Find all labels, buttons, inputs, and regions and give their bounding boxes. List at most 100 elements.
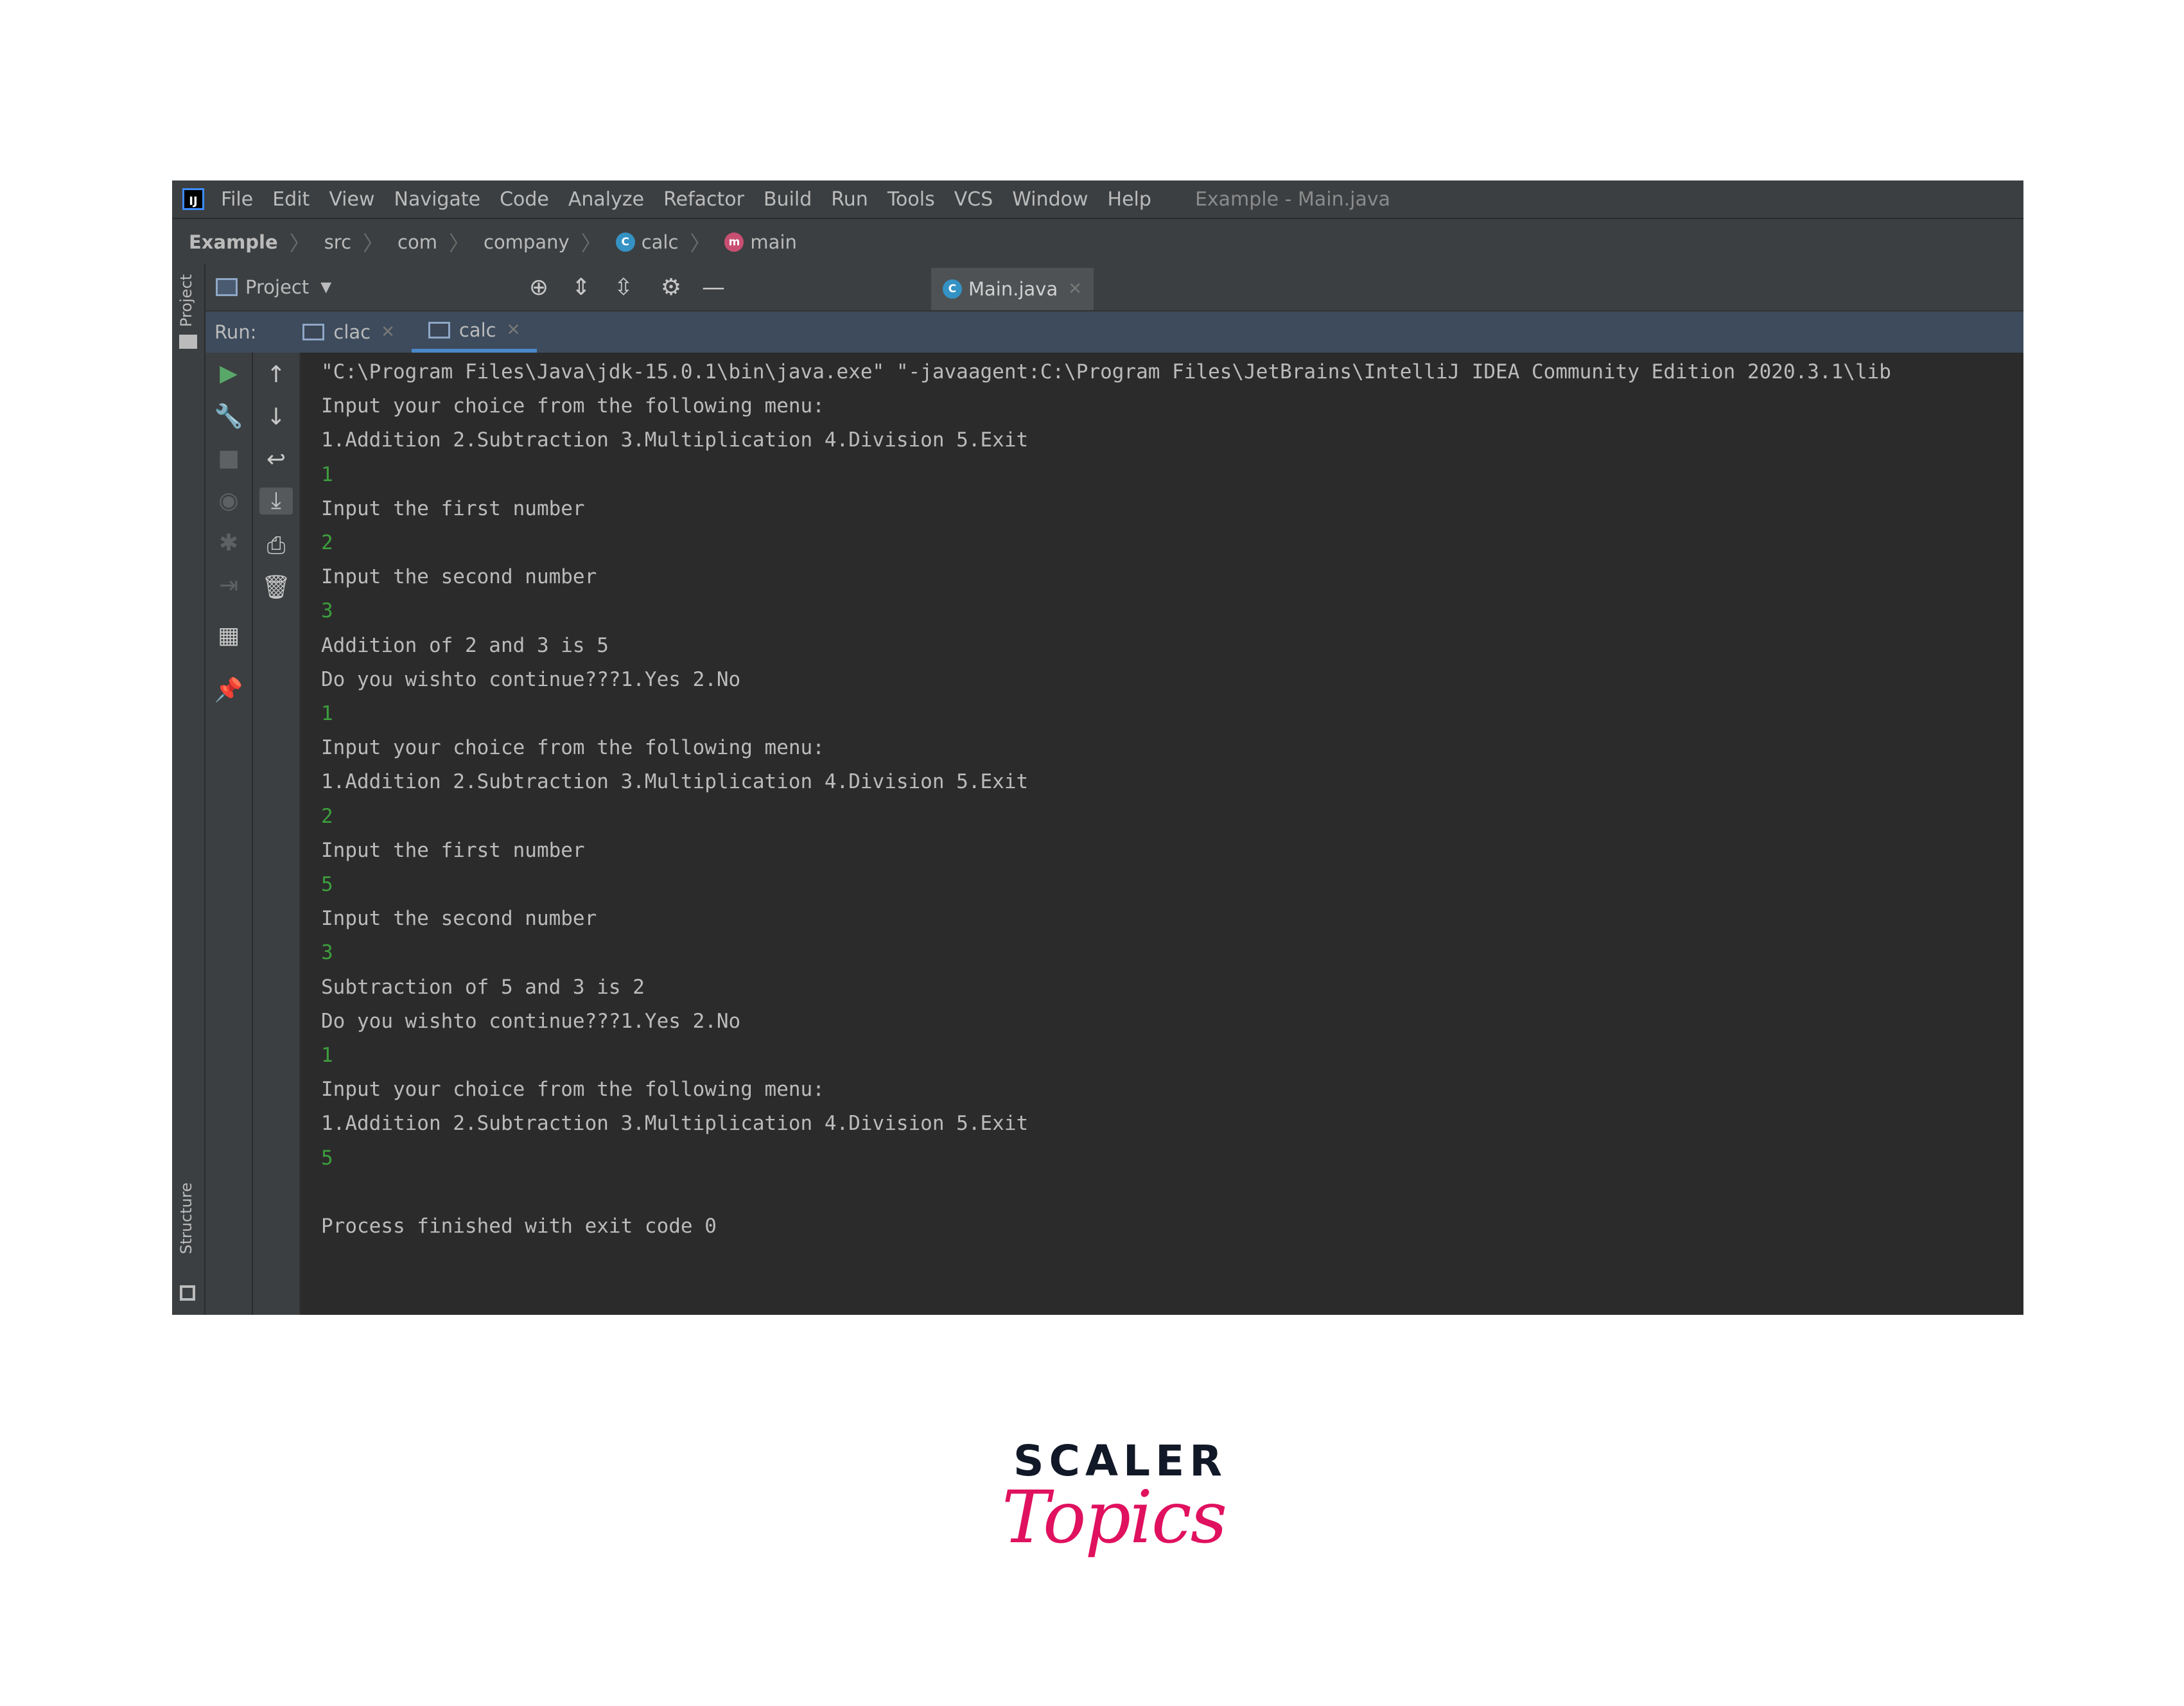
expand-all-icon[interactable]: ⇕ xyxy=(560,274,602,301)
menu-vcs[interactable]: VCS xyxy=(954,188,993,211)
breadcrumb-separator: 〉 xyxy=(363,231,384,256)
menu-navigate[interactable]: Navigate xyxy=(394,188,481,211)
structure-tool-tab[interactable]: Structure xyxy=(177,1183,195,1254)
gear-icon[interactable]: ⚙ xyxy=(650,274,692,301)
layout-icon[interactable]: ▦ xyxy=(205,622,252,649)
breadcrumb: Example 〉 src 〉 com 〉 company 〉 C calc 〉… xyxy=(172,218,2023,265)
soft-wrap-icon[interactable]: ↩ xyxy=(253,446,299,473)
menu-analyze[interactable]: Analyze xyxy=(568,188,644,211)
window-title: Example - Main.java xyxy=(1194,188,1390,211)
project-tool-tab[interactable]: Project xyxy=(177,274,195,327)
project-view-label: Project xyxy=(245,276,310,298)
breadcrumb-main[interactable]: m main xyxy=(724,231,797,253)
menu-help[interactable]: Help xyxy=(1108,188,1151,211)
locate-icon[interactable]: ⊕ xyxy=(518,274,560,301)
logo-line-2: Topics xyxy=(1002,1476,1227,1560)
console-output-line: 1.Addition 2.Subtraction 3.Multiplicatio… xyxy=(321,428,1029,452)
breadcrumb-com[interactable]: com xyxy=(397,231,437,253)
trash-icon[interactable]: 🗑 xyxy=(253,574,299,601)
menu-refactor[interactable]: Refactor xyxy=(663,188,744,211)
console-output-line: Do you wishto continue???1.Yes 2.No xyxy=(321,1009,741,1033)
menu-run[interactable]: Run xyxy=(831,188,868,211)
run-toolbar-secondary: ↑ ↓ ↩ ⤓ ⎙ 🗑 xyxy=(253,353,301,1315)
pin-icon[interactable]: 📌 xyxy=(205,676,252,703)
breadcrumb-company[interactable]: company xyxy=(484,231,570,253)
camera-icon: ◉ xyxy=(218,488,239,514)
scaler-topics-logo: SCALER Topics xyxy=(1002,1436,1227,1603)
arrow-up-icon[interactable]: ↑ xyxy=(253,362,299,388)
project-tool-tab-label: Project xyxy=(177,274,195,328)
console-output-line: Addition of 2 and 3 is 5 xyxy=(321,633,609,657)
console-icon xyxy=(302,324,325,340)
menu-bar: IJ File Edit View Navigate Code Analyze … xyxy=(172,180,2023,218)
ide-window: IJ File Edit View Navigate Code Analyze … xyxy=(172,180,2023,1315)
menu-file[interactable]: File xyxy=(221,188,253,211)
left-tool-stripe: Project Structure xyxy=(172,264,205,1315)
tool-window-header: Project ▼ ⊕ ⇕ ⇳ ⚙ — C Main.java ✕ xyxy=(205,264,2023,312)
editor-tab-label: Main.java xyxy=(968,278,1058,300)
console-output-line: Input the first number xyxy=(321,497,585,520)
menu-build[interactable]: Build xyxy=(764,188,812,211)
structure-icon xyxy=(180,1285,195,1301)
editor-tab-main-java[interactable]: C Main.java ✕ xyxy=(931,268,1094,310)
run-toolbar-primary: ▶ 🔧 ■ ◉ ✱ ⇥ ▦ 📌 xyxy=(205,353,253,1315)
close-icon[interactable]: ✕ xyxy=(381,322,395,342)
close-icon[interactable]: ✕ xyxy=(1068,279,1082,299)
close-icon[interactable]: ✕ xyxy=(507,321,521,340)
run-tab-clac-label: clac xyxy=(333,321,371,343)
console-input-line: 3 xyxy=(321,599,333,623)
hide-icon[interactable]: — xyxy=(692,274,735,301)
console-output-line: Subtraction of 5 and 3 is 2 xyxy=(321,975,645,999)
console-output-line: Do you wishto continue???1.Yes 2.No xyxy=(321,667,741,691)
breadcrumb-main-label: main xyxy=(750,231,797,253)
breadcrumb-calc[interactable]: C calc xyxy=(615,231,679,253)
console-output-line: 1.Addition 2.Subtraction 3.Multiplicatio… xyxy=(321,1112,1029,1136)
console-output-line: Input the first number xyxy=(321,838,585,862)
run-tab-calc-label: calc xyxy=(459,319,496,341)
menu-view[interactable]: View xyxy=(329,188,374,211)
run-tab-clac[interactable]: clac ✕ xyxy=(286,312,412,353)
debug-icon: ✱ xyxy=(218,530,239,556)
run-label: Run: xyxy=(214,321,257,343)
java-class-icon: C xyxy=(615,233,635,252)
collapse-all-icon[interactable]: ⇳ xyxy=(602,274,645,301)
console-input-line: 2 xyxy=(321,804,333,828)
arrow-down-icon[interactable]: ↓ xyxy=(253,404,299,430)
rerun-icon[interactable]: ▶ xyxy=(205,360,252,387)
menu-edit[interactable]: Edit xyxy=(272,188,310,211)
breadcrumb-src[interactable]: src xyxy=(324,231,351,253)
print-icon[interactable]: ⎙ xyxy=(253,532,299,559)
console-input-line: 1 xyxy=(321,462,333,486)
run-tool-header: Run: clac ✕ calc ✕ xyxy=(205,312,2023,353)
breadcrumb-separator: 〉 xyxy=(448,231,469,256)
menu-window[interactable]: Window xyxy=(1012,188,1088,211)
console-output-line: Input the second number xyxy=(321,565,597,589)
wrench-icon[interactable]: 🔧 xyxy=(205,403,252,430)
intellij-logo-icon: IJ xyxy=(182,188,204,210)
exit-icon: ⇥ xyxy=(218,572,239,599)
project-view-selector[interactable]: Project ▼ xyxy=(216,276,518,298)
project-view-icon xyxy=(216,278,238,296)
breadcrumb-project[interactable]: Example xyxy=(189,231,278,253)
console-output-line: 1.Addition 2.Subtraction 3.Multiplicatio… xyxy=(321,770,1029,794)
structure-tool-tab-label: Structure xyxy=(177,1183,195,1254)
java-class-icon: C xyxy=(943,279,962,299)
console-input-line: 5 xyxy=(321,873,333,896)
console-output[interactable]: "C:\Program Files\Java\jdk-15.0.1\bin\ja… xyxy=(321,353,2023,1315)
scroll-to-end-icon[interactable]: ⤓ xyxy=(259,488,293,514)
breadcrumb-separator: 〉 xyxy=(581,231,602,256)
breadcrumb-calc-label: calc xyxy=(641,231,679,253)
console-output-line: Input your choice from the following men… xyxy=(321,1078,825,1102)
console-output-line: Input your choice from the following men… xyxy=(321,394,825,418)
console-input-line: 5 xyxy=(321,1146,333,1170)
chevron-down-icon: ▼ xyxy=(320,279,332,295)
console-input-line: 1 xyxy=(321,1044,333,1067)
breadcrumb-separator: 〉 xyxy=(690,231,711,256)
breadcrumb-separator: 〉 xyxy=(289,231,310,256)
console-output-line: Input your choice from the following men… xyxy=(321,736,825,760)
console-output-line: Input the second number xyxy=(321,907,597,931)
menu-code[interactable]: Code xyxy=(500,188,549,211)
run-tab-calc[interactable]: calc ✕ xyxy=(411,312,537,353)
menu-tools[interactable]: Tools xyxy=(887,188,935,211)
console-input-line: 1 xyxy=(321,702,333,725)
